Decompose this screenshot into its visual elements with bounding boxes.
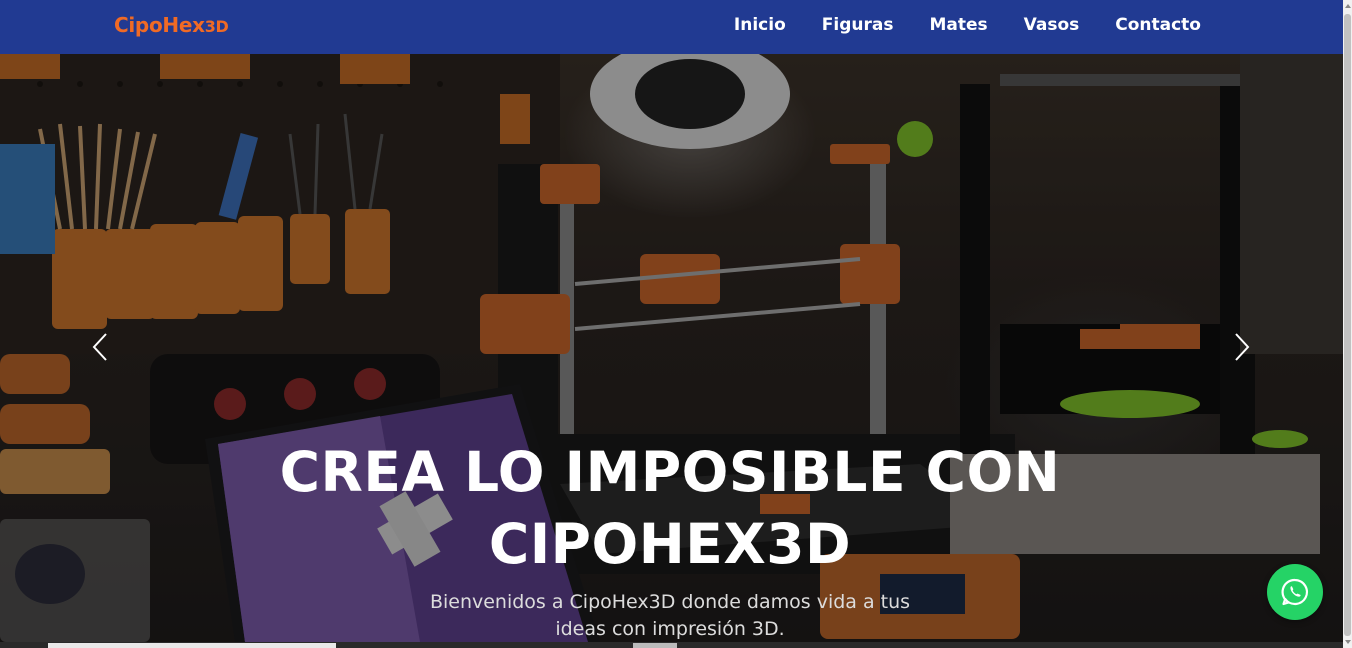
nav-link-contacto[interactable]: Contacto xyxy=(1115,15,1201,35)
bottom-page-edge xyxy=(0,642,1343,648)
nav-link-vasos[interactable]: Vasos xyxy=(1024,15,1080,35)
hero-carousel: CREA LO IMPOSIBLE CON CIPOHEX3D Bienveni… xyxy=(0,54,1343,642)
hero-subtitle-line-1: Bienvenidos a CipoHex3D donde damos vida… xyxy=(429,591,911,613)
brand-suffix: 3D xyxy=(204,17,229,36)
nav-link-mates[interactable]: Mates xyxy=(929,15,987,35)
hero-title: CREA LO IMPOSIBLE CON CIPOHEX3D xyxy=(240,436,1100,580)
nav-menu: Inicio Figuras Mates Vasos Contacto xyxy=(734,15,1201,35)
whatsapp-icon xyxy=(1281,578,1308,606)
hero-title-line-2: CIPOHEX3D xyxy=(488,512,852,576)
whatsapp-button[interactable] xyxy=(1267,564,1323,620)
top-navbar: CipoHex3D Inicio Figuras Mates Vasos Con… xyxy=(0,0,1343,54)
brand-logo[interactable]: CipoHex3D xyxy=(114,13,229,37)
bottom-edge-segment xyxy=(633,643,677,648)
nav-link-figuras[interactable]: Figuras xyxy=(822,15,894,35)
chevron-right-icon[interactable] xyxy=(1226,332,1256,362)
scroll-up-arrow-icon[interactable] xyxy=(1345,4,1351,8)
brand-name: CipoHex xyxy=(114,13,205,37)
bottom-edge-segment xyxy=(48,643,336,648)
hero-subtitle-line-2: ideas con impresión 3D. xyxy=(555,618,785,640)
scrollbar-thumb[interactable] xyxy=(1344,14,1351,636)
scroll-down-arrow-icon[interactable] xyxy=(1345,640,1351,644)
nav-link-inicio[interactable]: Inicio xyxy=(734,15,786,35)
hero-title-line-1: CREA LO IMPOSIBLE CON xyxy=(279,440,1061,504)
page-scrollbar[interactable] xyxy=(1343,0,1352,648)
hero-subtitle: Bienvenidos a CipoHex3D donde damos vida… xyxy=(380,589,960,642)
chevron-left-icon[interactable] xyxy=(86,332,116,362)
